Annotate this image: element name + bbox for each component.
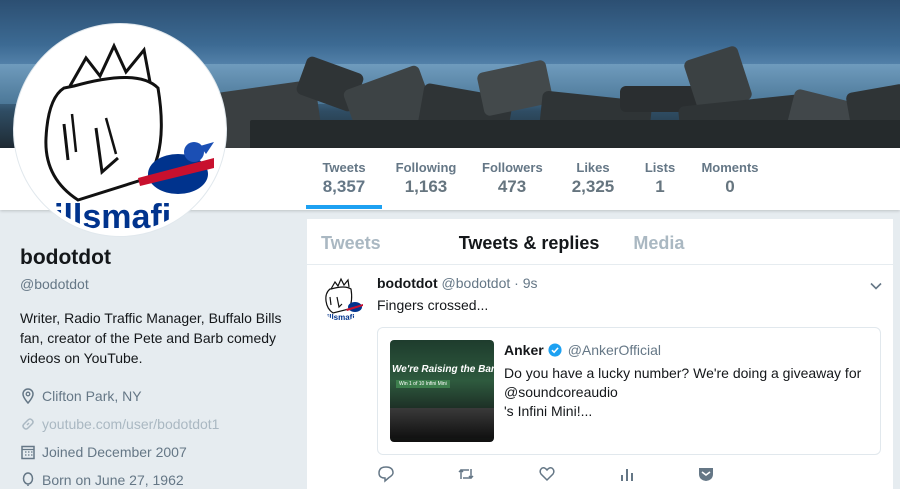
stat-label: Tweets [322, 160, 366, 175]
stat-tweets[interactable]: Tweets 8,357 [318, 160, 370, 197]
stat-value: 2,325 [571, 177, 615, 196]
tweet-author-name[interactable]: bodotdot [377, 275, 438, 291]
profile-bio: Writer, Radio Traffic Manager, Buffalo B… [20, 310, 282, 366]
avatar-drawing: illsmafi [44, 42, 214, 232]
quoted-tweet-image[interactable]: We're Raising the Bar Win 1 of 10 Infini… [390, 340, 494, 442]
quoted-tweet-header: Anker @AnkerOfficial [504, 342, 874, 358]
quoted-text-mention: @soundcoreaudio [504, 384, 618, 400]
tweet-avatar[interactable]: illsmafi [319, 275, 365, 321]
like-icon[interactable] [538, 465, 556, 483]
profile-website[interactable]: youtube.com/user/bodotdot1 [20, 410, 290, 438]
banner-rock [250, 120, 900, 148]
stat-following[interactable]: Following 1,163 [394, 160, 458, 197]
profile-joined: Joined December 2007 [20, 438, 290, 466]
joined-text: Joined December 2007 [42, 444, 187, 460]
calendar-icon [21, 445, 35, 460]
profile-card: bodotdot @bodotdot Writer, Radio Traffic… [20, 246, 290, 489]
tab-tweets-replies[interactable]: Tweets & replies [395, 219, 614, 264]
link-icon [22, 418, 34, 430]
tweet-avatar-text: illsmafi [327, 313, 355, 321]
quoted-tweet-body: Anker @AnkerOfficial Do you have a lucky… [504, 342, 874, 421]
stat-value: 8,357 [322, 177, 366, 196]
reply-icon[interactable] [377, 465, 395, 483]
tab-media[interactable]: Media [613, 219, 698, 264]
quoted-author-handle: @AnkerOfficial [567, 342, 662, 358]
stat-moments[interactable]: Moments 0 [700, 160, 760, 197]
tweet-body: bodotdot @bodotdot · 9s Fingers crossed.… [377, 275, 881, 455]
stat-followers[interactable]: Followers 473 [482, 160, 543, 197]
profile-avatar[interactable]: illsmafi [14, 24, 226, 236]
quoted-tweet-text: Do you have a lucky number? We're doing … [504, 364, 874, 421]
profile-location: Clifton Park, NY [20, 382, 290, 410]
tweet-time[interactable]: · 9s [514, 275, 537, 291]
stat-label: Following [395, 160, 457, 175]
timeline-tabs: Tweets Tweets & replies Media [307, 219, 893, 265]
stat-value: 1 [655, 177, 665, 196]
stat-value: 0 [725, 177, 735, 196]
profile-birthday: Born on June 27, 1962 [20, 466, 290, 489]
quoted-image-title: We're Raising the Bar [392, 364, 494, 375]
stat-label: Moments [701, 160, 759, 175]
profile-name[interactable]: bodotdot [20, 246, 290, 270]
quoted-text-line: 's Infini Mini!... [504, 403, 593, 419]
dm-icon[interactable] [697, 465, 715, 483]
avatar-text: illsmafi [54, 198, 171, 232]
retweet-icon[interactable] [457, 465, 475, 483]
verified-icon [548, 343, 562, 357]
profile-info: Clifton Park, NY youtube.com/user/bodotd… [20, 382, 290, 489]
tweet-author-handle[interactable]: @bodotdot [442, 275, 511, 291]
stat-likes[interactable]: Likes 2,325 [566, 160, 620, 197]
location-icon [22, 388, 34, 404]
quoted-tweet[interactable]: We're Raising the Bar Win 1 of 10 Infini… [377, 327, 881, 455]
tweet[interactable]: illsmafi bodotdot @bodotdot · 9s Fingers… [307, 265, 893, 465]
stat-label: Lists [644, 160, 676, 175]
profile-handle[interactable]: @bodotdot [20, 276, 290, 292]
balloon-icon [22, 472, 34, 486]
tab-tweets[interactable]: Tweets [307, 219, 395, 264]
tweet-header: bodotdot @bodotdot · 9s [377, 275, 881, 293]
timeline: Tweets Tweets & replies Media illsmafi b… [307, 219, 893, 489]
stat-value: 1,163 [404, 177, 448, 196]
active-stat-underline [306, 205, 382, 209]
tweet-text: Fingers crossed... [377, 297, 489, 313]
born-text: Born on June 27, 1962 [42, 472, 184, 488]
stat-value: 473 [497, 177, 527, 196]
website-link[interactable]: youtube.com/user/bodotdot1 [42, 416, 219, 432]
stat-label: Likes [576, 160, 610, 175]
tweet-avatar-drawing: illsmafi [325, 277, 363, 321]
analytics-icon[interactable] [618, 465, 636, 483]
location-text: Clifton Park, NY [42, 388, 142, 404]
quoted-author-name: Anker [504, 342, 544, 358]
quoted-image-device [390, 408, 494, 438]
chevron-down-icon[interactable] [869, 279, 883, 293]
stat-lists[interactable]: Lists 1 [642, 160, 678, 197]
quoted-text-line: Do you have a lucky number? We're doing … [504, 365, 862, 381]
quoted-image-subtitle: Win 1 of 10 Infini Mini [396, 380, 450, 388]
stat-label: Followers [482, 160, 543, 175]
